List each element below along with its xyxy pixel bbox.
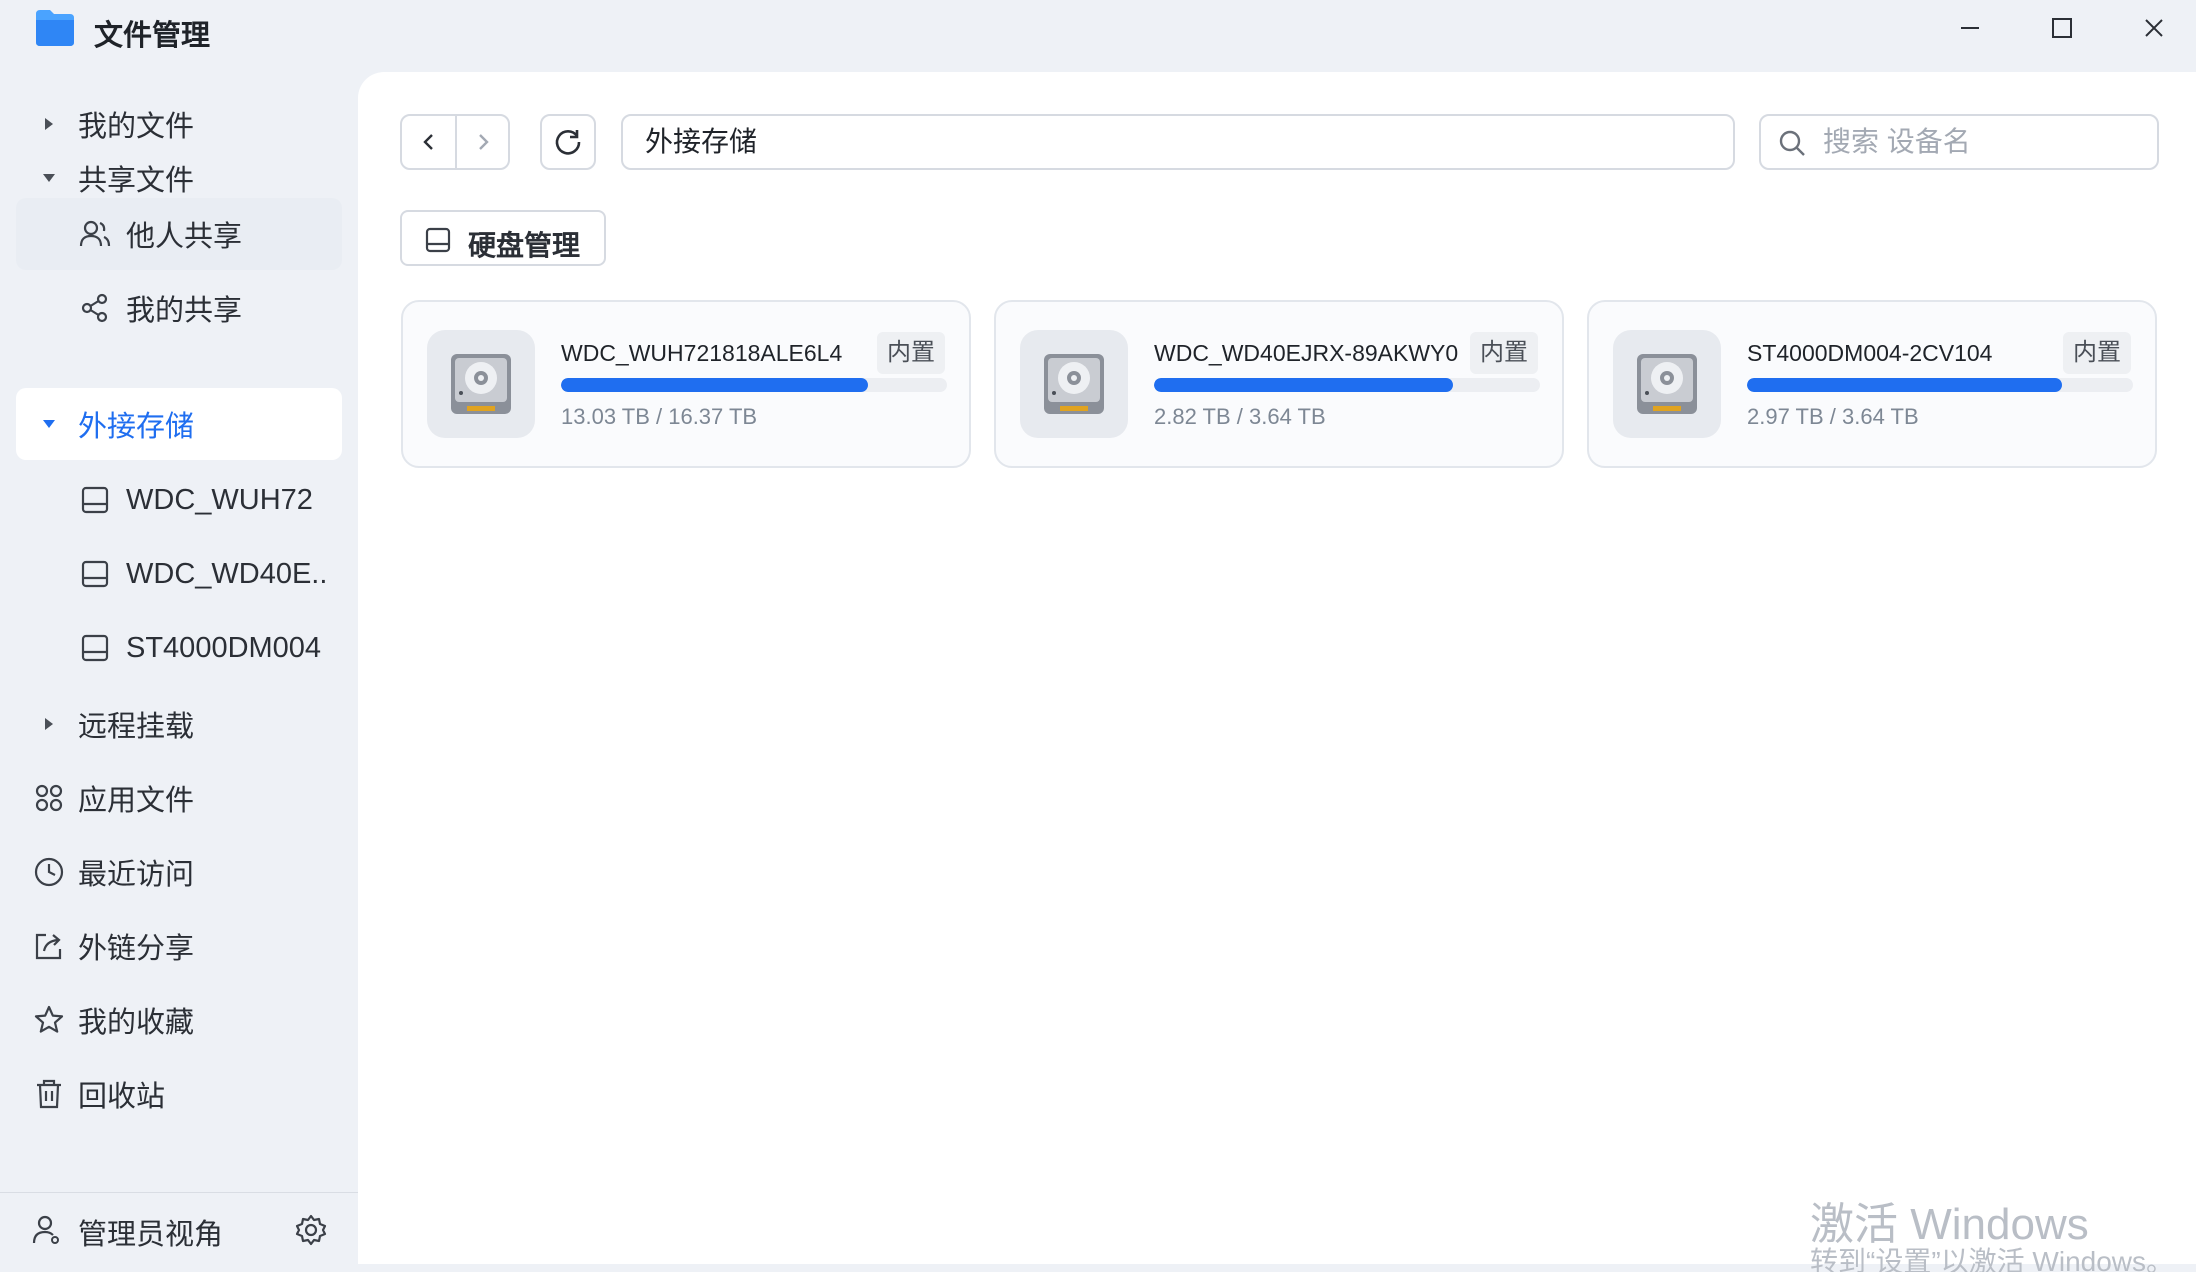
sidebar-item-remote-mount[interactable]: 远程挂载 <box>16 688 342 760</box>
disk-manage-label: 硬盘管理 <box>468 230 581 261</box>
disk-usage-text: 13.03 TB / 16.37 TB <box>561 404 758 429</box>
sidebar-item-recent[interactable]: 最近访问 <box>16 836 342 908</box>
folder-app-icon <box>36 10 74 46</box>
admin-view-label[interactable]: 管理员视角 <box>78 1211 223 1253</box>
gear-icon[interactable] <box>294 1213 328 1247</box>
disk-type-badge: 内置 <box>877 332 945 374</box>
sidebar-item-label: ST4000DM004 <box>126 631 322 664</box>
maximize-icon <box>2052 18 2072 38</box>
sidebar-item-label: WDC_WD40E... <box>126 557 328 590</box>
sidebar-footer: 管理员视角 <box>0 1192 358 1266</box>
minimize-button[interactable] <box>1944 8 1996 48</box>
sidebar-item-label: 外链分享 <box>78 933 195 965</box>
drive-icon <box>81 560 109 588</box>
caret-down-icon <box>38 388 60 460</box>
search-input[interactable] <box>1823 120 2143 164</box>
share-icon <box>81 293 108 323</box>
refresh-button[interactable] <box>540 114 596 170</box>
maximize-button[interactable] <box>2036 8 2088 48</box>
app-title: 文件管理 <box>94 20 211 52</box>
usage-bar <box>561 378 947 392</box>
chevron-right-icon <box>478 134 489 150</box>
sidebar-item-disk-3[interactable]: ST4000DM004 <box>16 612 342 684</box>
sidebar-item-label: 我的收藏 <box>78 1007 195 1039</box>
activation-watermark-subtitle: 转到“设置”以激活 Windows。 <box>1810 1246 2175 1272</box>
hard-disk-icon <box>1020 330 1128 438</box>
disk-name: ST4000DM004-2CV104 <box>1747 340 1993 366</box>
forward-button[interactable] <box>455 116 508 168</box>
drive-icon <box>81 634 109 662</box>
sidebar-item-label: 外接存储 <box>78 411 195 443</box>
usage-bar-fill <box>1747 378 2062 392</box>
sidebar-item-external-share[interactable]: 外链分享 <box>16 910 342 982</box>
sidebar-item-label: 远程挂载 <box>78 711 195 743</box>
sidebar-item-label: 应用文件 <box>78 785 195 817</box>
external-share-icon <box>35 933 62 960</box>
disk-card[interactable]: WDC_WUH721818ALE6L4 内置 13.03 TB / 16.37 … <box>401 300 971 468</box>
trash-icon <box>37 1079 61 1109</box>
sidebar-item-label: 最近访问 <box>78 859 195 891</box>
sidebar-item-disk-1[interactable]: WDC_WUH72 <box>16 464 342 536</box>
hard-disk-icon <box>427 330 535 438</box>
usage-bar <box>1747 378 2133 392</box>
users-icon <box>79 220 111 247</box>
path-bar[interactable]: 外接存储 <box>621 114 1735 170</box>
usage-bar-fill <box>1154 378 1454 392</box>
disk-manage-button[interactable]: 硬盘管理 <box>400 210 606 266</box>
chevron-left-icon <box>422 134 433 150</box>
sidebar-item-label: WDC_WUH72 <box>126 483 313 516</box>
title-bar: 文件管理 <box>0 0 2196 70</box>
history-nav <box>400 114 510 170</box>
sidebar-item-label: 我的文件 <box>78 111 195 143</box>
sidebar-item-disk-2[interactable]: WDC_WD40E... <box>16 538 342 610</box>
minimize-icon <box>1961 27 1979 29</box>
caret-right-icon <box>38 688 60 760</box>
sidebar-item-label: 他人共享 <box>126 221 243 253</box>
disk-card[interactable]: ST4000DM004-2CV104 内置 2.97 TB / 3.64 TB <box>1587 300 2157 468</box>
sidebar-item-external-storage[interactable]: 外接存储 <box>16 388 342 460</box>
usage-bar <box>1154 378 1540 392</box>
search-icon <box>1779 130 1805 156</box>
sidebar-item-label: 我的共享 <box>126 295 243 327</box>
disk-type-badge: 内置 <box>2063 332 2131 374</box>
search-box[interactable] <box>1759 114 2159 170</box>
disk-name: WDC_WUH721818ALE6L4 <box>561 340 843 366</box>
close-button[interactable] <box>2128 8 2180 48</box>
drive-icon <box>425 227 451 253</box>
back-button[interactable] <box>402 116 455 168</box>
star-icon <box>34 1005 64 1033</box>
sidebar-item-my-shares[interactable]: 我的共享 <box>16 272 342 344</box>
disk-usage-text: 2.82 TB / 3.64 TB <box>1154 404 1326 429</box>
sidebar-item-label: 回收站 <box>78 1081 166 1113</box>
usage-bar-fill <box>561 378 869 392</box>
sidebar-item-others-shared[interactable]: 他人共享 <box>16 198 342 270</box>
main-panel: 外接存储 硬盘管理 WDC_WUH721818ALE6L4 内置 13.03 T… <box>358 72 2196 1264</box>
sidebar: 我的文件 共享文件 他人共享 我的共享 外接存储 WDC_WUH72 WDC_W… <box>0 70 358 1272</box>
sidebar-item-recycle-bin[interactable]: 回收站 <box>16 1058 342 1130</box>
sidebar-item-favorites[interactable]: 我的收藏 <box>16 984 342 1056</box>
disk-card[interactable]: WDC_WD40EJRX-89AKWY0 内置 2.82 TB / 3.64 T… <box>994 300 1564 468</box>
disk-usage-text: 2.97 TB / 3.64 TB <box>1747 404 1919 429</box>
clock-icon <box>34 857 64 887</box>
sidebar-item-app-files[interactable]: 应用文件 <box>16 762 342 834</box>
disk-type-badge: 内置 <box>1470 332 1538 374</box>
drive-icon <box>81 486 109 514</box>
hard-disk-icon <box>1613 330 1721 438</box>
user-icon <box>32 1215 59 1244</box>
apps-icon <box>35 784 63 812</box>
sidebar-item-label: 共享文件 <box>78 165 195 197</box>
disk-name: WDC_WD40EJRX-89AKWY0 <box>1154 340 1459 366</box>
close-icon <box>2145 19 2163 37</box>
refresh-icon <box>555 130 581 155</box>
